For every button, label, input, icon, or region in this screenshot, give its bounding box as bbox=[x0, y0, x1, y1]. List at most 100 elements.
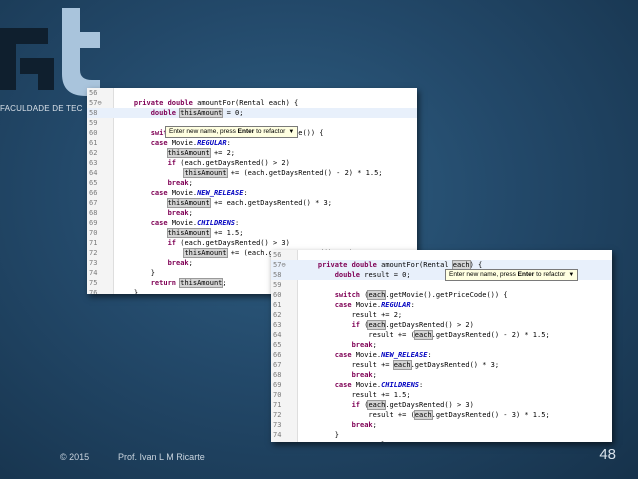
code-text: } bbox=[117, 269, 155, 277]
footer-copyright: © 2015 bbox=[60, 452, 90, 462]
code-line[interactable]: 61 case Movie.REGULAR: bbox=[87, 138, 417, 148]
code-line[interactable]: 62 thisAmount += 2; bbox=[87, 148, 417, 158]
dropdown-arrow-icon[interactable]: ▼ bbox=[288, 129, 294, 135]
code-text: double result = 0; bbox=[334, 271, 411, 279]
code-line[interactable]: 73 break; bbox=[271, 420, 612, 430]
line-number: 59 bbox=[89, 119, 98, 127]
line-number: 72 bbox=[273, 411, 282, 419]
code-line[interactable]: 63 if (each.getDaysRented() > 2) bbox=[87, 158, 417, 168]
line-number: 57⊖ bbox=[273, 261, 286, 269]
code-text: if (each.getDaysRented() > 3) bbox=[167, 239, 290, 247]
rename-tip-prefix: Enter new name, press bbox=[169, 128, 238, 135]
line-number: 63 bbox=[273, 321, 282, 329]
code-line[interactable]: 68 break; bbox=[271, 370, 612, 380]
code-text: case Movie.CHILDRENS: bbox=[334, 381, 424, 389]
line-number: 71 bbox=[89, 239, 98, 247]
code-text: } bbox=[301, 431, 339, 439]
code-line[interactable]: 71 if (each.getDaysRented() > 3) bbox=[87, 238, 417, 248]
code-line[interactable]: 67 result += each.getDaysRented() * 3; bbox=[271, 360, 612, 370]
code-line[interactable]: 65 break; bbox=[87, 178, 417, 188]
code-text: thisAmount += 1.5; bbox=[166, 228, 244, 238]
code-text: return thisAmount; bbox=[150, 278, 227, 288]
line-number: 71 bbox=[273, 401, 282, 409]
code-line[interactable]: 64 thisAmount += (each.getDaysRented() -… bbox=[87, 168, 417, 178]
line-number: 63 bbox=[89, 159, 98, 167]
code-line[interactable]: 67 thisAmount += each.getDaysRented() * … bbox=[87, 198, 417, 208]
rename-tip-suffix: to refactor bbox=[534, 271, 566, 278]
rename-tip-key: Enter bbox=[517, 271, 535, 278]
rename-tip-key: Enter bbox=[237, 128, 255, 135]
rename-tooltip[interactable]: Enter new name, press Enter to refactor ▼ bbox=[445, 269, 579, 281]
code-line[interactable]: 60 switch (each.getMovie().getPriceCode(… bbox=[271, 290, 612, 300]
line-number: 60 bbox=[89, 129, 98, 137]
line-number: 67 bbox=[89, 199, 98, 207]
line-number: 60 bbox=[273, 291, 282, 299]
rename-tooltip[interactable]: Enter new name, press Enter to refactor ▼ bbox=[165, 126, 299, 138]
code-line[interactable]: 72 result += (each.getDaysRented() - 3) … bbox=[271, 410, 612, 420]
code-line[interactable]: 56 bbox=[87, 88, 417, 98]
line-number: 65 bbox=[89, 179, 98, 187]
dropdown-arrow-icon[interactable]: ▼ bbox=[568, 272, 574, 278]
code-line[interactable]: 57⊖ private double amountFor(Rental each… bbox=[87, 98, 417, 108]
line-number: 61 bbox=[89, 139, 98, 147]
code-text: case Movie.NEW_RELEASE: bbox=[334, 351, 432, 359]
code-text: case Movie.NEW_RELEASE: bbox=[150, 189, 248, 197]
code-text: if (each.getDaysRented() > 2) bbox=[351, 320, 474, 330]
code-line[interactable]: 61 case Movie.REGULAR: bbox=[271, 300, 612, 310]
line-number: 58 bbox=[273, 271, 282, 279]
code-text: if (each.getDaysRented() > 2) bbox=[167, 159, 290, 167]
code-line[interactable]: 65 break; bbox=[271, 340, 612, 350]
code-text: return result; bbox=[301, 440, 394, 442]
code-line[interactable]: 66 case Movie.NEW_RELEASE: bbox=[271, 350, 612, 360]
logo-brand-text: FACULDADE DE TEC bbox=[0, 104, 83, 113]
line-number: 69 bbox=[89, 219, 98, 227]
code-line[interactable]: 75 return result; bbox=[271, 440, 612, 442]
line-number: 70 bbox=[89, 229, 98, 237]
line-number: 62 bbox=[273, 311, 282, 319]
code-line[interactable]: 74 } bbox=[271, 430, 612, 440]
code-line[interactable]: 59 bbox=[271, 280, 612, 290]
code-text: break; bbox=[351, 371, 377, 379]
line-number: 64 bbox=[89, 169, 98, 177]
code-text: double thisAmount = 0; bbox=[150, 108, 244, 118]
code-text: thisAmount += 2; bbox=[166, 148, 236, 158]
code-line[interactable]: 69 case Movie.CHILDRENS: bbox=[271, 380, 612, 390]
code-text: break; bbox=[167, 209, 193, 217]
line-number: 64 bbox=[273, 331, 282, 339]
code-text: case Movie.REGULAR: bbox=[150, 139, 231, 147]
line-number: 72 bbox=[89, 249, 98, 257]
code-line[interactable]: 63 if (each.getDaysRented() > 2) bbox=[271, 320, 612, 330]
code-line[interactable]: 58 double thisAmount = 0; bbox=[87, 108, 417, 118]
code-text: thisAmount += (each.getDaysRented() - 2)… bbox=[183, 168, 383, 178]
code-text: break; bbox=[351, 421, 377, 429]
code-line[interactable]: 70 result += 1.5; bbox=[271, 390, 612, 400]
line-number: 76 bbox=[89, 289, 98, 294]
line-number: 68 bbox=[273, 371, 282, 379]
code-text: break; bbox=[167, 179, 193, 187]
code-line[interactable]: 68 break; bbox=[87, 208, 417, 218]
line-number: 56 bbox=[273, 251, 282, 259]
code-text: break; bbox=[351, 341, 377, 349]
line-number: 73 bbox=[273, 421, 282, 429]
code-line[interactable]: 70 thisAmount += 1.5; bbox=[87, 228, 417, 238]
line-number: 66 bbox=[89, 189, 98, 197]
line-number: 68 bbox=[89, 209, 98, 217]
line-number: 74 bbox=[89, 269, 98, 277]
code-line[interactable]: 56 bbox=[271, 250, 612, 260]
line-number: 59 bbox=[273, 281, 282, 289]
code-text: private double amountFor(Rental each) { bbox=[133, 99, 299, 107]
code-text: result += 1.5; bbox=[301, 391, 411, 399]
footer-author: Prof. Ivan L M Ricarte bbox=[118, 452, 205, 462]
code-line[interactable]: 64 result += (each.getDaysRented() - 2) … bbox=[271, 330, 612, 340]
code-line[interactable]: 69 case Movie.CHILDRENS: bbox=[87, 218, 417, 228]
line-number: 56 bbox=[89, 89, 98, 97]
rename-tip-suffix: to refactor bbox=[254, 128, 286, 135]
code-line[interactable]: 66 case Movie.NEW_RELEASE: bbox=[87, 188, 417, 198]
code-text: break; bbox=[167, 259, 193, 267]
line-number: 69 bbox=[273, 381, 282, 389]
line-number: 57⊖ bbox=[89, 99, 102, 107]
code-line[interactable]: 62 result += 2; bbox=[271, 310, 612, 320]
line-number: 74 bbox=[273, 431, 282, 439]
line-number: 66 bbox=[273, 351, 282, 359]
code-line[interactable]: 71 if (each.getDaysRented() > 3) bbox=[271, 400, 612, 410]
